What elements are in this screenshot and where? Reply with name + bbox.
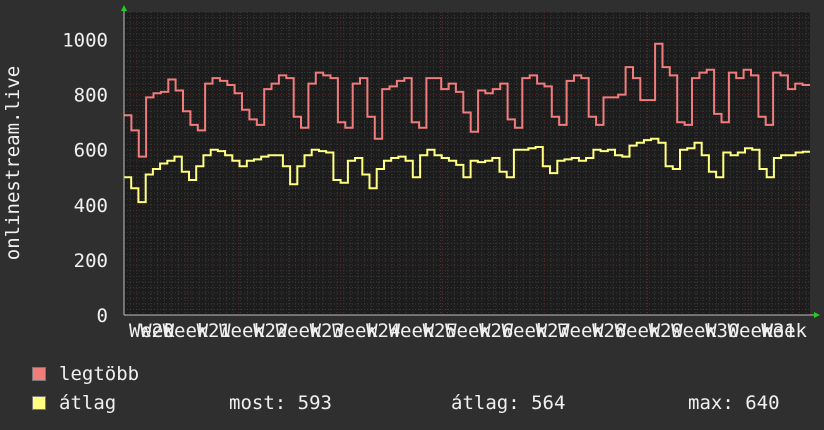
y-tick-label: 0 bbox=[97, 305, 108, 327]
y-tick-labels: 0 200 400 600 800 1000 bbox=[62, 30, 108, 327]
x-tick-labels: WeekW20WeekW21WeekW22WeekW23WeekW24WeekW… bbox=[129, 320, 808, 342]
legend-label-max: legtöbb bbox=[59, 363, 140, 385]
chart: 0 200 400 600 800 1000 WeekW20WeekW21WeekW22W… bbox=[2, 5, 820, 342]
legend-swatch-avg bbox=[32, 396, 46, 410]
y-tick-label: 800 bbox=[74, 85, 108, 107]
y-tick-label: 200 bbox=[74, 250, 108, 272]
stat-average: átlag: 564 bbox=[451, 392, 566, 414]
x-tick-label: Week bbox=[761, 320, 807, 342]
legend-label-avg: átlag bbox=[59, 392, 117, 414]
y-tick-label: 600 bbox=[74, 140, 108, 162]
y-axis-label: onlinestream.live bbox=[2, 66, 24, 260]
legend-item-avg: átlag bbox=[32, 392, 116, 414]
stat-now: most: 593 bbox=[229, 392, 332, 414]
y-axis-arrow bbox=[121, 5, 127, 11]
y-tick-label: 400 bbox=[74, 195, 108, 217]
y-tick-label: 1000 bbox=[62, 30, 108, 52]
stat-max: max: 640 bbox=[688, 392, 780, 414]
x-axis-arrow bbox=[814, 312, 820, 318]
legend-swatch-max bbox=[32, 367, 46, 381]
legend-item-max: legtöbb bbox=[32, 363, 139, 385]
